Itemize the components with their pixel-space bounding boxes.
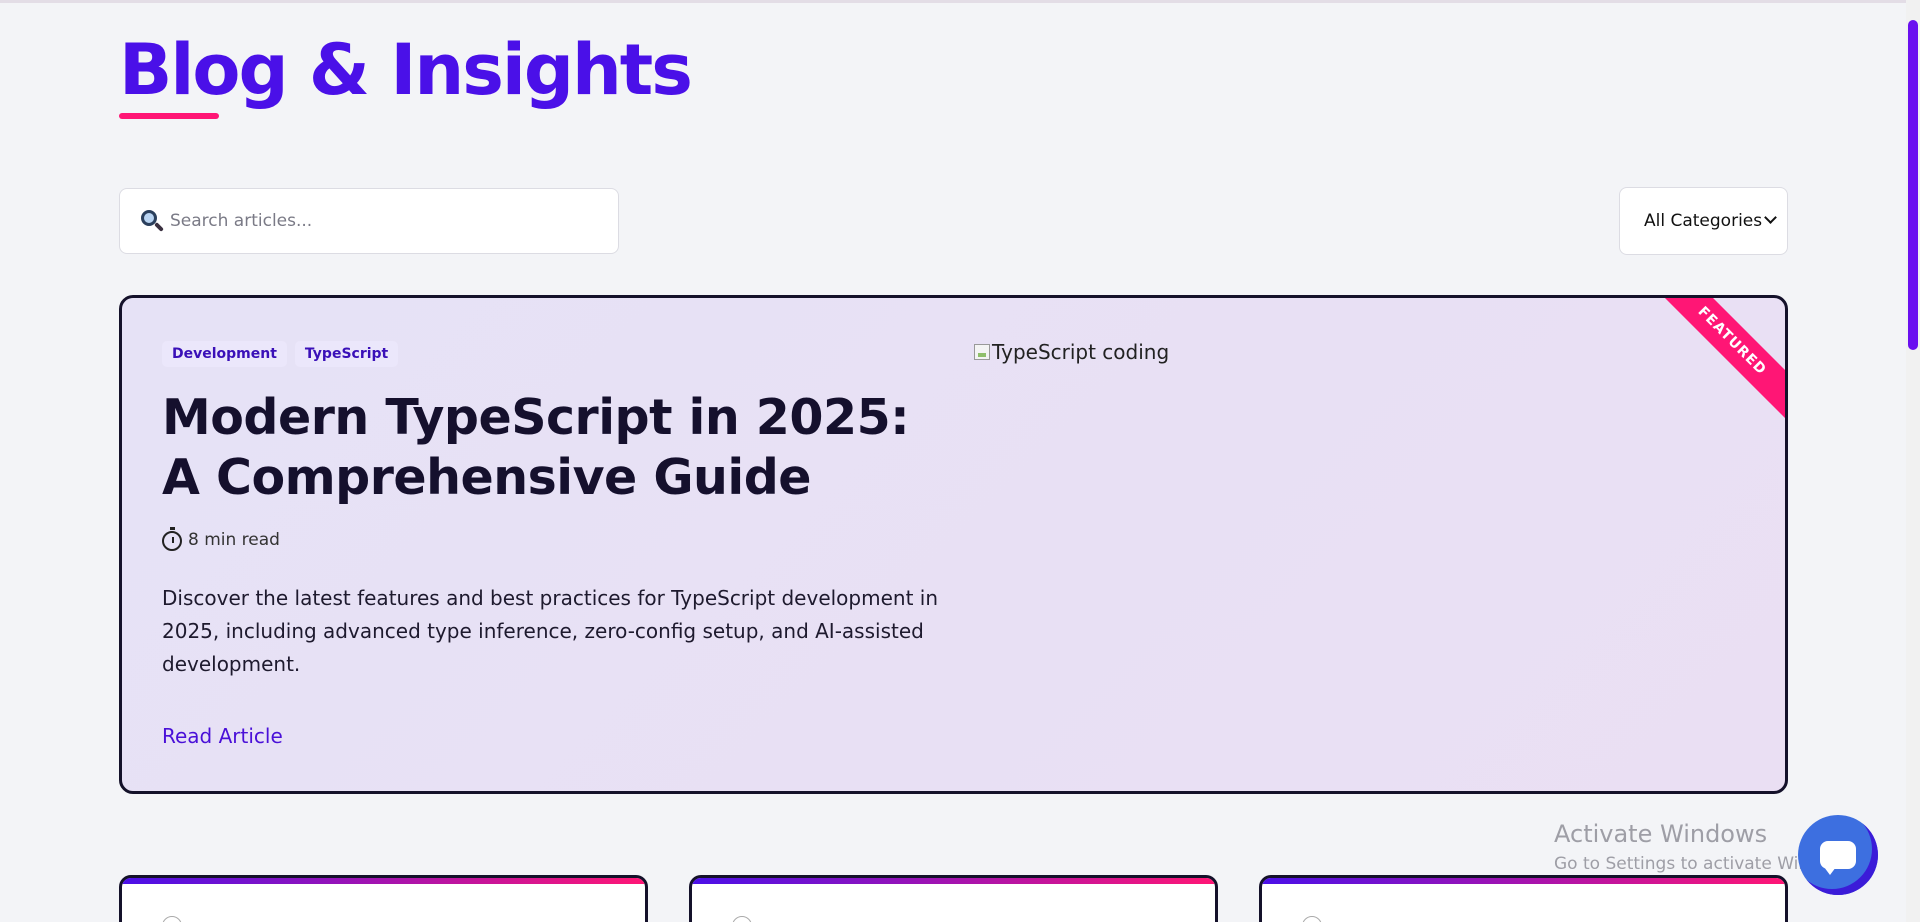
card-accent-bar <box>122 878 645 884</box>
article-title[interactable]: Modern TypeScript in 2025: A Comprehensi… <box>162 388 942 508</box>
top-border <box>0 0 1920 3</box>
category-select[interactable]: All Categories <box>1619 187 1788 255</box>
search-input[interactable] <box>170 211 590 231</box>
featured-ribbon: FEATURED <box>1652 298 1785 421</box>
title-underline <box>119 113 219 119</box>
tag-development[interactable]: Development <box>162 341 287 367</box>
broken-image-icon <box>974 344 990 360</box>
read-time: 8 min read <box>162 527 280 551</box>
chevron-down-icon <box>1764 211 1777 224</box>
page-title: Blog & Insights <box>119 29 693 111</box>
card-accent-bar <box>692 878 1215 884</box>
read-article-link[interactable]: Read Article <box>162 724 283 748</box>
article-image: TypeScript coding <box>974 340 1169 364</box>
featured-article-card[interactable]: Development TypeScript Modern TypeScript… <box>119 295 1788 794</box>
search-icon <box>140 209 164 233</box>
image-icon <box>162 916 182 922</box>
image-alt-text: TypeScript coding <box>992 340 1170 364</box>
category-select-value: All Categories <box>1644 211 1763 231</box>
tag-typescript[interactable]: TypeScript <box>294 341 399 367</box>
chat-icon <box>1820 841 1856 875</box>
image-icon <box>1302 916 1322 922</box>
scrollbar-thumb[interactable] <box>1908 20 1918 350</box>
image-icon <box>732 916 752 922</box>
article-excerpt: Discover the latest features and best pr… <box>162 586 939 676</box>
article-card[interactable] <box>119 875 648 922</box>
scrollbar[interactable] <box>1906 0 1920 922</box>
read-time-label: 8 min read <box>188 530 280 550</box>
card-accent-bar <box>1262 878 1785 884</box>
article-card[interactable] <box>689 875 1218 922</box>
tag-list: Development TypeScript <box>162 341 399 367</box>
stopwatch-icon <box>162 527 182 551</box>
chat-button[interactable] <box>1798 815 1878 895</box>
article-card[interactable] <box>1259 875 1788 922</box>
search-box[interactable] <box>119 188 619 254</box>
